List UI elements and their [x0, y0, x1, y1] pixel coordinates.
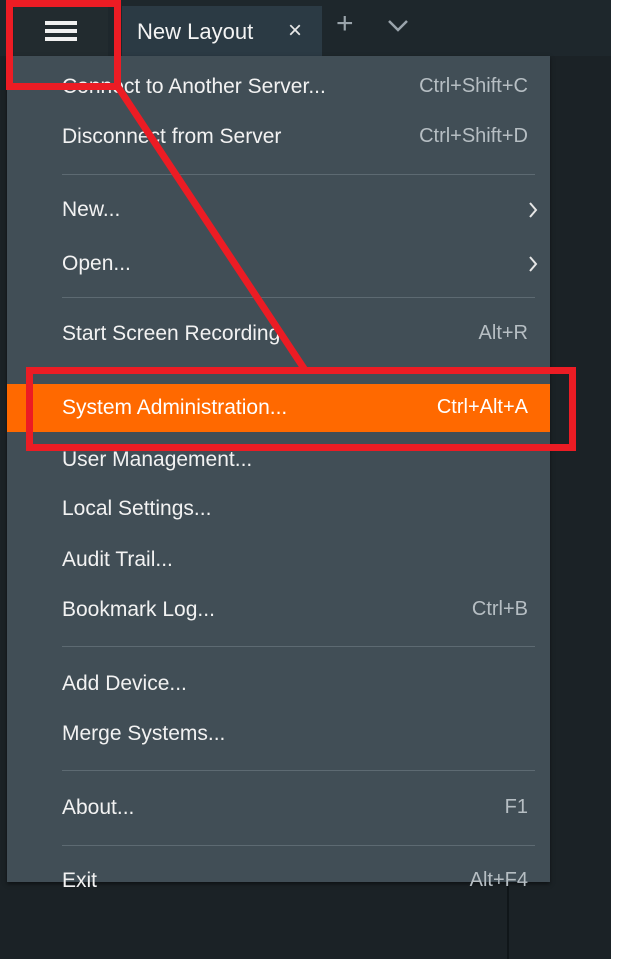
- menu-item-shortcut: Ctrl+B: [471, 598, 528, 620]
- menu-item-exit[interactable]: Exit Alt+F4: [7, 858, 550, 904]
- menu-divider: [62, 368, 535, 369]
- menu-item-audit-trail[interactable]: Audit Trail...: [7, 537, 550, 583]
- chevron-down-icon[interactable]: [386, 18, 410, 34]
- menu-item-user-management[interactable]: User Management...: [7, 437, 550, 483]
- menu-item-label: Merge Systems...: [62, 722, 226, 745]
- menu-item-shortcut: Alt+F4: [469, 869, 528, 891]
- menu-item-connect[interactable]: Connect to Another Server... Ctrl+Shift+…: [7, 64, 550, 110]
- menu-divider: [62, 646, 535, 647]
- menu-divider: [62, 845, 535, 846]
- menu-item-shortcut: Ctrl+Alt+A: [436, 396, 528, 418]
- menu-item-about[interactable]: About... F1: [7, 785, 550, 831]
- title-bar: New Layout × +: [0, 0, 611, 56]
- menu-item-label: Open...: [62, 252, 131, 275]
- close-icon[interactable]: ×: [288, 17, 302, 45]
- tab-new-layout[interactable]: New Layout ×: [122, 6, 322, 56]
- menu-item-new[interactable]: New...: [7, 187, 550, 233]
- menu-item-label: Connect to Another Server...: [62, 75, 326, 98]
- menu-item-shortcut: Ctrl+Shift+D: [419, 125, 528, 147]
- menu-item-label: Add Device...: [62, 672, 187, 695]
- tab-label: New Layout: [137, 19, 254, 44]
- menu-item-local-settings[interactable]: Local Settings...: [7, 486, 550, 532]
- menu-item-bookmark-log[interactable]: Bookmark Log... Ctrl+B: [7, 587, 550, 633]
- menu-item-label: Local Settings...: [62, 497, 212, 520]
- menu-item-label: Exit: [62, 869, 98, 892]
- menu-item-label: User Management...: [62, 448, 253, 471]
- menu-item-label: Bookmark Log...: [62, 598, 215, 621]
- menu-divider: [62, 174, 535, 175]
- menu-item-label: New...: [62, 198, 121, 221]
- hamburger-icon: [45, 21, 77, 41]
- menu-item-label: Audit Trail...: [62, 548, 173, 571]
- menu-divider: [62, 297, 535, 298]
- menu-item-open[interactable]: Open...: [7, 241, 550, 287]
- main-menu-dropdown: Connect to Another Server... Ctrl+Shift+…: [7, 56, 550, 892]
- menu-item-label: About...: [62, 796, 135, 819]
- menu-item-shortcut: F1: [504, 796, 528, 818]
- main-menu-button[interactable]: [14, 6, 108, 56]
- chevron-right-icon: [529, 256, 538, 272]
- chevron-right-icon: [529, 202, 538, 218]
- menu-item-label: Disconnect from Server: [62, 125, 282, 148]
- menu-item-label: Start Screen Recording: [62, 322, 281, 345]
- menu-item-system-administration[interactable]: System Administration... Ctrl+Alt+A: [7, 384, 550, 432]
- menu-item-label: System Administration...: [62, 396, 288, 419]
- menu-divider: [62, 770, 535, 771]
- menu-item-screen-recording[interactable]: Start Screen Recording Alt+R: [7, 311, 550, 357]
- menu-item-shortcut: Alt+R: [478, 322, 528, 344]
- menu-item-merge-systems[interactable]: Merge Systems...: [7, 711, 550, 757]
- add-tab-icon[interactable]: +: [336, 9, 354, 39]
- menu-item-disconnect[interactable]: Disconnect from Server Ctrl+Shift+D: [7, 114, 550, 160]
- menu-item-add-device[interactable]: Add Device...: [7, 661, 550, 707]
- menu-item-shortcut: Ctrl+Shift+C: [419, 75, 528, 97]
